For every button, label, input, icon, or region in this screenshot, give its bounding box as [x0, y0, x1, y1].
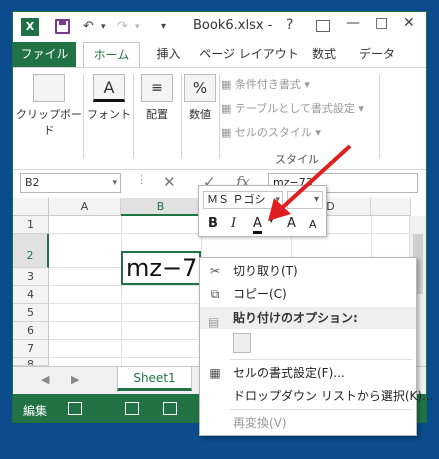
- annotation-arrow: [268, 144, 352, 221]
- arrow-shaft: [281, 144, 352, 209]
